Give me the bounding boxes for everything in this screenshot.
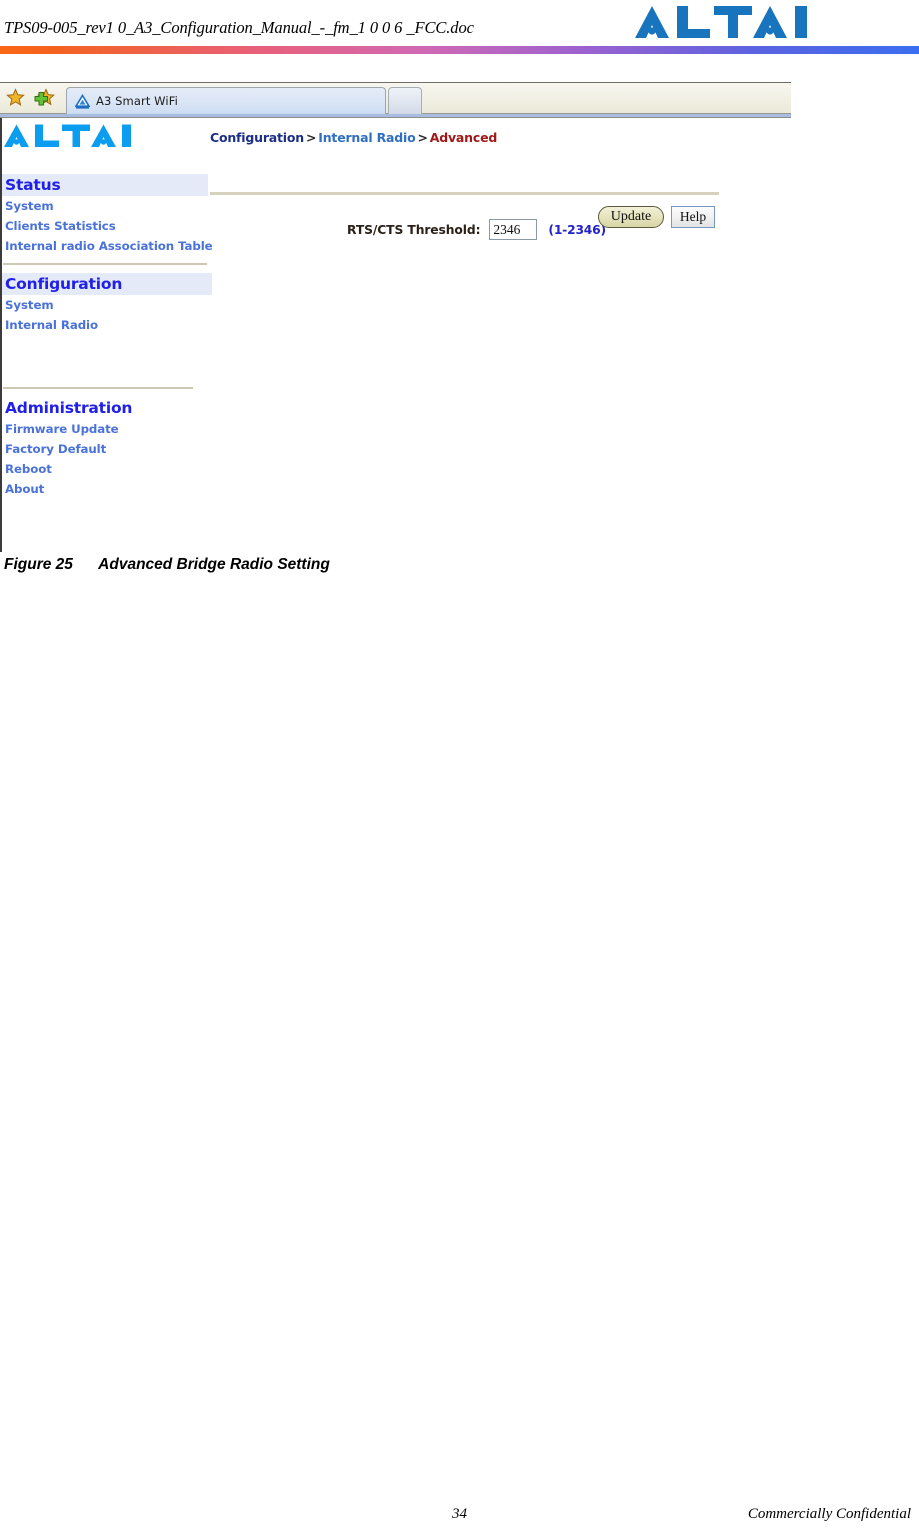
document-header-title: TPS09-005_rev1 0_A3_Configuration_Manual… bbox=[4, 18, 474, 37]
sidebar-section-configuration: Configuration System Internal Radio bbox=[2, 273, 212, 335]
star-add-icon[interactable] bbox=[34, 88, 56, 107]
altai-logo bbox=[635, 4, 905, 40]
star-icon[interactable] bbox=[6, 88, 25, 107]
breadcrumb-item-internal-radio[interactable]: Internal Radio bbox=[318, 130, 415, 145]
panel-divider bbox=[210, 192, 719, 195]
browser-tab-title: A3 Smart WiFi bbox=[96, 94, 178, 108]
sidebar-item-reboot[interactable]: Reboot bbox=[2, 459, 210, 479]
sidebar-heading-configuration: Configuration bbox=[2, 273, 212, 295]
sidebar-section-status: Status System Clients Statistics Interna… bbox=[2, 174, 213, 256]
rts-cts-threshold-range-hint: (1-2346) bbox=[548, 222, 606, 237]
browser-tab-strip: A3 Smart WiFi bbox=[0, 82, 791, 118]
rts-cts-threshold-label: RTS/CTS Threshold: bbox=[347, 222, 481, 237]
breadcrumb-separator: > bbox=[417, 130, 428, 145]
breadcrumb-separator: > bbox=[305, 130, 317, 145]
sidebar-heading-administration: Administration bbox=[5, 399, 133, 417]
rts-cts-threshold-row: RTS/CTS Threshold: (1-2346) bbox=[347, 219, 606, 240]
sidebar-navigation: Status System Clients Statistics Interna… bbox=[2, 174, 213, 499]
breadcrumb-item-advanced: Advanced bbox=[429, 130, 498, 145]
sidebar-item-status-system[interactable]: System bbox=[2, 196, 210, 216]
browser-tab[interactable]: A3 Smart WiFi bbox=[66, 87, 386, 114]
sidebar-section-administration: Administration Firmware Update Factory D… bbox=[2, 397, 210, 499]
altai-logo bbox=[4, 123, 199, 148]
breadcrumb-item-configuration[interactable]: Configuration bbox=[210, 130, 304, 145]
new-tab-button[interactable] bbox=[388, 87, 422, 114]
browser-screenshot: A3 Smart WiFi Configuration > Internal R… bbox=[0, 82, 791, 552]
figure-caption: Figure 25 Advanced Bridge Radio Setting bbox=[4, 556, 330, 573]
sidebar-item-internal-radio-association-table[interactable]: Internal radio Association Table bbox=[2, 236, 213, 256]
a3-triangle-favicon bbox=[74, 93, 91, 109]
sidebar-item-factory-default[interactable]: Factory Default bbox=[2, 439, 210, 459]
sidebar-item-about[interactable]: About bbox=[2, 479, 210, 499]
sidebar-item-configuration-internal-radio[interactable]: Internal Radio bbox=[2, 315, 210, 335]
document-header: TPS09-005_rev1 0_A3_Configuration_Manual… bbox=[0, 0, 919, 58]
favorites-toolbar bbox=[6, 88, 56, 107]
sidebar-item-clients-statistics[interactable]: Clients Statistics bbox=[2, 216, 210, 236]
sidebar-item-configuration-system[interactable]: System bbox=[2, 295, 210, 315]
header-gradient-rule bbox=[0, 46, 919, 54]
sidebar-divider bbox=[3, 263, 207, 265]
sidebar-divider bbox=[3, 387, 193, 389]
router-admin-page: Configuration > Internal Radio > Advanced St… bbox=[0, 118, 791, 552]
rts-cts-threshold-input[interactable] bbox=[489, 219, 538, 240]
app-topbar: Configuration > Internal Radio > Advanced bbox=[2, 118, 791, 158]
help-button[interactable]: Help bbox=[671, 206, 715, 228]
sidebar-item-firmware-update[interactable]: Firmware Update bbox=[2, 419, 210, 439]
sidebar-heading-status: Status bbox=[2, 174, 208, 196]
footer-confidentiality-notice: Commercially Confidential bbox=[747, 1506, 911, 1522]
update-button[interactable]: Update bbox=[598, 206, 664, 228]
breadcrumb: Configuration > Internal Radio > Advanced bbox=[210, 130, 497, 145]
